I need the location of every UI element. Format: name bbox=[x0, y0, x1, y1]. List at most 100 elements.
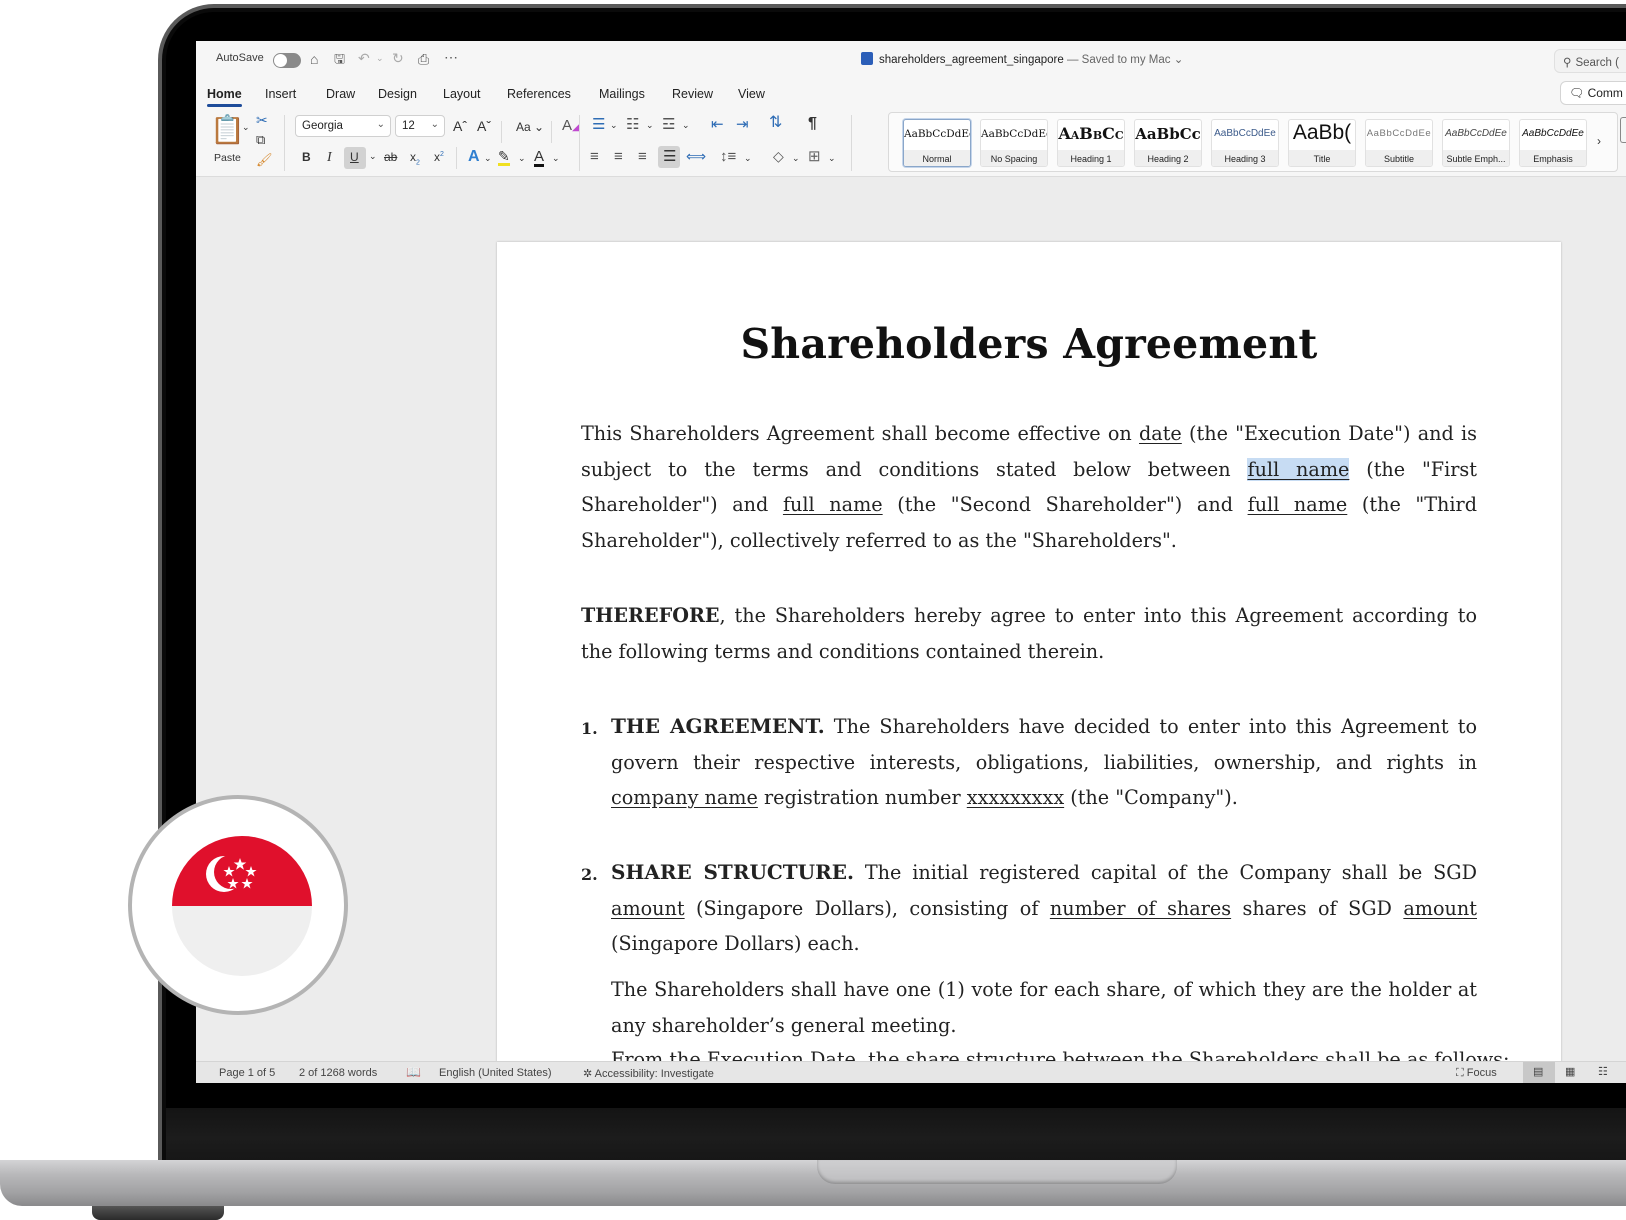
shrink-font-icon[interactable]: Aˇ bbox=[477, 119, 491, 133]
justify-icon[interactable]: ☰ bbox=[658, 146, 680, 168]
page-count[interactable]: Page 1 of 5 bbox=[219, 1067, 275, 1079]
paste-dropdown-icon[interactable]: ⌄ bbox=[242, 123, 250, 132]
comments-button[interactable]: 🗨 Comm bbox=[1560, 81, 1626, 105]
chevron-down-icon[interactable]: ⌄ bbox=[828, 154, 836, 163]
tab-home[interactable]: Home bbox=[207, 87, 242, 107]
field-amount[interactable]: amount bbox=[611, 897, 685, 920]
language[interactable]: English (United States) bbox=[439, 1067, 552, 1079]
print-icon[interactable]: ⎙ bbox=[418, 52, 429, 66]
chevron-down-icon[interactable]: ⌄ bbox=[682, 121, 690, 130]
focus-button[interactable]: ⛶ Focus bbox=[1456, 1067, 1497, 1080]
subscript-button[interactable]: x2 bbox=[410, 151, 420, 166]
format-painter-icon[interactable]: 🖌 bbox=[256, 153, 273, 166]
undo-icon[interactable]: ↶ bbox=[358, 51, 370, 65]
tab-mailings[interactable]: Mailings bbox=[599, 87, 645, 101]
font-color-icon[interactable]: A bbox=[534, 149, 545, 167]
style-normal[interactable]: AaBbCcDdEe Normal bbox=[903, 119, 971, 167]
print-layout-view-button[interactable]: ▤ bbox=[1523, 1062, 1555, 1083]
tab-review[interactable]: Review bbox=[672, 87, 713, 101]
chevron-right-icon[interactable]: › bbox=[1597, 135, 1601, 147]
align-left-icon[interactable]: ≡ bbox=[590, 149, 599, 164]
align-right-icon[interactable]: ≡ bbox=[638, 149, 647, 164]
paste-icon[interactable]: 📋 bbox=[210, 116, 245, 144]
cut-icon[interactable]: ✂ bbox=[256, 113, 268, 127]
tab-references[interactable]: References bbox=[507, 87, 571, 101]
style-title[interactable]: AaBb( Title bbox=[1288, 119, 1356, 167]
align-center-icon[interactable]: ≡ bbox=[614, 149, 623, 164]
chevron-down-icon[interactable]: ⌄ bbox=[610, 121, 618, 130]
style-subtle-emphasis[interactable]: AaBbCcDdEe Subtle Emph... bbox=[1442, 119, 1510, 167]
field-date[interactable]: date bbox=[1139, 422, 1182, 445]
document-title[interactable]: shareholders_agreement_singapore — Saved… bbox=[861, 52, 1183, 66]
tab-insert[interactable]: Insert bbox=[265, 87, 296, 101]
word-count[interactable]: 2 of 1268 words bbox=[299, 1067, 377, 1079]
chevron-down-icon[interactable]: ⌄ bbox=[744, 154, 752, 163]
field-second-shareholder[interactable]: full name bbox=[783, 493, 883, 516]
borders-icon[interactable]: ⊞ bbox=[808, 149, 821, 164]
field-company-name[interactable]: company name bbox=[611, 786, 758, 809]
show-formatting-icon[interactable]: ¶ bbox=[808, 116, 817, 132]
strikethrough-button[interactable]: ab bbox=[384, 151, 397, 163]
sort-icon[interactable]: ⇅ bbox=[769, 115, 782, 131]
styles-pane-button[interactable] bbox=[1620, 117, 1626, 143]
chevron-down-icon[interactable]: ⌄ bbox=[646, 121, 654, 130]
underline-button[interactable]: U bbox=[344, 147, 366, 169]
style-heading-3[interactable]: AaBbCcDdEe Heading 3 bbox=[1211, 119, 1279, 167]
shading-icon[interactable]: ◇ bbox=[773, 149, 784, 163]
field-third-shareholder[interactable]: full name bbox=[1248, 493, 1348, 516]
superscript-button[interactable]: x2 bbox=[434, 151, 444, 163]
distributed-icon[interactable]: ⟺ bbox=[686, 149, 706, 163]
crescent-stars-icon bbox=[206, 855, 257, 892]
tab-layout[interactable]: Layout bbox=[443, 87, 481, 101]
bullets-icon[interactable]: ☰ bbox=[592, 117, 605, 132]
underline-dropdown-icon[interactable]: ⌄ bbox=[369, 152, 377, 161]
increase-indent-icon[interactable]: ⇥ bbox=[736, 117, 749, 132]
accessibility-status[interactable]: ✲ Accessibility: Investigate bbox=[583, 1067, 714, 1080]
field-first-shareholder[interactable]: full name bbox=[1247, 457, 1350, 481]
style-heading-1[interactable]: AaBbCc Heading 1 bbox=[1057, 119, 1125, 167]
proofing-icon[interactable]: 📖 bbox=[406, 1065, 421, 1079]
field-registration-number[interactable]: xxxxxxxxx bbox=[967, 786, 1064, 809]
chevron-down-icon: ⌄ bbox=[430, 119, 439, 130]
field-number-of-shares[interactable]: number of shares bbox=[1050, 897, 1231, 920]
grow-font-icon[interactable]: Aˆ bbox=[453, 119, 467, 133]
italic-button[interactable]: I bbox=[327, 151, 332, 165]
chevron-down-icon[interactable]: ⌄ bbox=[792, 154, 800, 163]
chevron-down-icon[interactable]: ⌄ bbox=[484, 154, 492, 163]
home-icon[interactable]: ⌂ bbox=[310, 52, 318, 66]
font-name-select[interactable]: Georgia ⌄ bbox=[295, 115, 391, 137]
chevron-down-icon[interactable]: ⌄ bbox=[552, 154, 560, 163]
field-amount[interactable]: amount bbox=[1403, 897, 1477, 920]
tab-view[interactable]: View bbox=[738, 87, 765, 101]
page-icon: ▤ bbox=[1533, 1066, 1544, 1078]
outline-view-button[interactable]: ☷ bbox=[1589, 1062, 1621, 1083]
undo-dropdown-icon[interactable]: ⌄ bbox=[376, 54, 384, 63]
section-number: 1. bbox=[581, 719, 598, 738]
style-emphasis[interactable]: AaBbCcDdEe Emphasis bbox=[1519, 119, 1587, 167]
search-input[interactable]: ⚲ Search ( bbox=[1554, 49, 1626, 73]
text-effects-icon[interactable]: A bbox=[468, 149, 480, 165]
copy-icon[interactable]: ⧉ bbox=[256, 133, 265, 146]
clear-formatting-icon[interactable]: A◢ bbox=[562, 118, 580, 133]
line-spacing-icon[interactable]: ↕≡ bbox=[720, 149, 736, 164]
tab-draw[interactable]: Draw bbox=[326, 87, 355, 101]
autosave-toggle[interactable] bbox=[273, 53, 301, 68]
paste-button[interactable]: Paste bbox=[214, 153, 241, 164]
save-icon[interactable]: 🖫 bbox=[334, 52, 345, 65]
document-page[interactable]: Shareholders Agreement This Shareholders… bbox=[497, 242, 1561, 1083]
multilevel-list-icon[interactable]: ☲ bbox=[662, 117, 675, 132]
change-case-button[interactable]: Aa ⌄ bbox=[516, 121, 544, 133]
chevron-down-icon[interactable]: ⌄ bbox=[518, 154, 526, 163]
numbering-icon[interactable]: ☷ bbox=[626, 117, 639, 132]
style-no-spacing[interactable]: AaBbCcDdEe No Spacing bbox=[980, 119, 1048, 167]
font-size-select[interactable]: 12 ⌄ bbox=[395, 115, 445, 137]
redo-icon[interactable]: ↻ bbox=[392, 51, 404, 65]
tab-design[interactable]: Design bbox=[378, 87, 417, 101]
style-subtitle[interactable]: AaBbCcDdEe Subtitle bbox=[1365, 119, 1433, 167]
style-heading-2[interactable]: AaBbCc Heading 2 bbox=[1134, 119, 1202, 167]
more-icon[interactable]: ⋯ bbox=[444, 50, 458, 64]
highlight-icon[interactable]: ✎ bbox=[498, 149, 510, 166]
web-layout-view-button[interactable]: ▦ bbox=[1556, 1062, 1588, 1083]
bold-button[interactable]: B bbox=[302, 151, 311, 163]
decrease-indent-icon[interactable]: ⇤ bbox=[711, 117, 724, 132]
